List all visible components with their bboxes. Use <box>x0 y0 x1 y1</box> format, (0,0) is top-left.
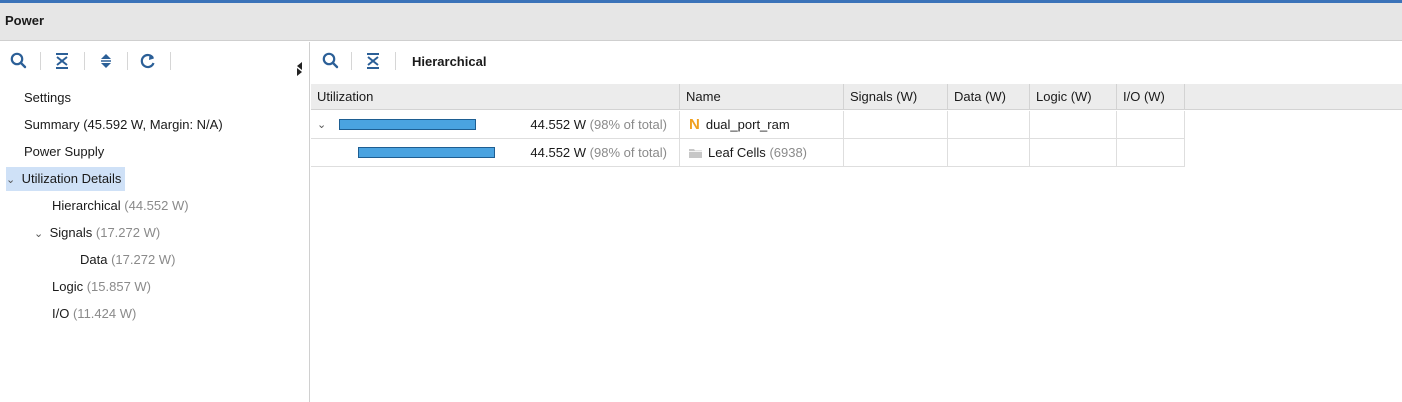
collapse-all-icon[interactable] <box>52 51 72 71</box>
table-header: Utilization Name Signals (W) Data (W) Lo… <box>311 84 1402 110</box>
io-cell <box>1117 111 1185 139</box>
column-header-signals[interactable]: Signals (W) <box>844 84 948 110</box>
folder-icon <box>689 149 702 158</box>
expand-collapse-icon[interactable] <box>96 51 116 71</box>
utilization-value: 44.552 W <box>530 117 587 132</box>
tree-item-label: Power Supply <box>24 144 105 159</box>
tree-item-data[interactable]: Data (17.272 W) <box>80 248 175 272</box>
right-pane: Hierarchical Utilization Name Signals (W… <box>311 42 1402 402</box>
utilization-cell: ⌄ 44.552 W (98% of total) <box>311 111 680 139</box>
logic-cell <box>1030 111 1117 139</box>
tree-item-settings[interactable]: Settings <box>24 86 71 110</box>
io-cell <box>1117 139 1185 167</box>
window-title: Power <box>5 13 45 28</box>
tree-item-label: Signals <box>49 225 93 240</box>
toolbar-separator <box>84 52 85 70</box>
left-toolbar <box>0 42 296 80</box>
utilization-label: 44.552 W (98% of total) <box>530 139 667 167</box>
tree-item-power-supply[interactable]: Power Supply <box>24 140 104 164</box>
tree-item-value: (17.272 W) <box>95 225 161 240</box>
name-cell: Leaf Cells (6938) <box>680 139 844 167</box>
column-header-utilization[interactable]: Utilization <box>311 84 680 110</box>
tree-item-value: (11.424 W) <box>72 306 137 321</box>
tree-item-io[interactable]: I/O (11.424 W) <box>52 302 136 326</box>
cell-name: Leaf Cells <box>708 145 766 160</box>
search-icon[interactable] <box>321 51 341 71</box>
signals-cell <box>844 139 948 167</box>
column-header-name[interactable]: Name <box>680 84 844 110</box>
logic-cell <box>1030 139 1117 167</box>
tree-item-label: Logic <box>52 279 84 294</box>
signals-cell <box>844 111 948 139</box>
toolbar-separator <box>351 52 352 70</box>
tree-item-logic[interactable]: Logic (15.857 W) <box>52 275 151 299</box>
tree-item-label: Data <box>80 252 108 267</box>
tree-item-signals[interactable]: ⌄ Signals (17.272 W) <box>34 221 160 245</box>
tree-item-value: (44.552 W) <box>124 198 189 213</box>
tree-item-value: (15.857 W) <box>86 279 152 294</box>
tree-item-label: I/O <box>52 306 70 321</box>
table-row[interactable]: ⌄ 44.552 W (98% of total) Ndual_port_ram <box>311 111 1185 139</box>
tree-item-hierarchical[interactable]: Hierarchical (44.552 W) <box>52 194 189 218</box>
data-cell <box>948 139 1030 167</box>
column-header-logic[interactable]: Logic (W) <box>1030 84 1117 110</box>
left-pane: Settings Summary (45.592 W, Margin: N/A)… <box>0 42 310 402</box>
chevron-down-icon[interactable]: ⌄ <box>6 168 18 192</box>
tree-item-label: Summary (45.592 W, Margin: N/A) <box>24 117 223 132</box>
utilization-bar <box>358 147 495 158</box>
netlist-n-icon: N <box>689 116 700 133</box>
collapse-all-icon[interactable] <box>363 51 383 71</box>
utilization-value: 44.552 W <box>530 145 587 160</box>
cell-name: dual_port_ram <box>705 117 790 132</box>
tree-item-label: Settings <box>24 90 71 105</box>
chevron-down-icon[interactable]: ⌄ <box>34 222 46 246</box>
view-title: Hierarchical <box>412 54 487 69</box>
utilization-percent: (98% of total) <box>589 145 667 160</box>
search-icon[interactable] <box>9 51 29 71</box>
column-header-io[interactable]: I/O (W) <box>1117 84 1185 110</box>
column-header-data[interactable]: Data (W) <box>948 84 1030 110</box>
pane-splitter-arrows[interactable] <box>296 54 304 80</box>
tree-item-utilization-details[interactable]: ⌄ Utilization Details <box>6 167 126 192</box>
right-toolbar: Hierarchical <box>311 42 1402 80</box>
refresh-icon[interactable] <box>138 51 158 71</box>
tree-item-value: (17.272 W) <box>111 252 176 267</box>
name-cell: Ndual_port_ram <box>680 111 844 139</box>
utilization-label: 44.552 W (98% of total) <box>530 111 667 139</box>
tree-item-label: Hierarchical <box>52 198 121 213</box>
toolbar-separator <box>40 52 41 70</box>
toolbar-separator <box>395 52 396 70</box>
toolbar-separator <box>127 52 128 70</box>
toolbar-separator <box>170 52 171 70</box>
utilization-percent: (98% of total) <box>589 117 667 132</box>
utilization-cell: 44.552 W (98% of total) <box>311 139 680 167</box>
tree-item-label: Utilization Details <box>21 171 122 186</box>
tree-item-summary[interactable]: Summary (45.592 W, Margin: N/A) <box>24 113 223 137</box>
cell-count: (6938) <box>769 145 808 160</box>
title-bar: Power <box>0 3 1402 41</box>
table-row[interactable]: 44.552 W (98% of total) Leaf Cells (6938… <box>311 139 1185 167</box>
utilization-bar <box>339 119 476 130</box>
data-cell <box>948 111 1030 139</box>
chevron-down-icon[interactable]: ⌄ <box>317 111 326 139</box>
